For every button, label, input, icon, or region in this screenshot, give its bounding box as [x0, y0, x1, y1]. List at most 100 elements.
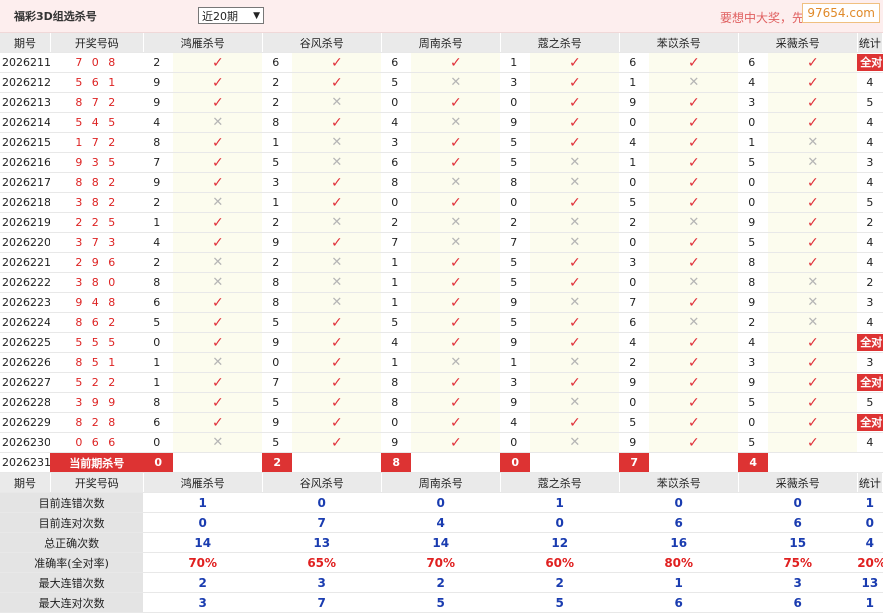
cross-icon: ✕	[807, 135, 819, 150]
result-mark: ✕	[530, 352, 620, 373]
issue-cell: 2026230	[0, 432, 51, 453]
kill-number: 3	[381, 132, 412, 153]
result-mark: ✓	[649, 232, 739, 253]
kill-number: 1	[500, 52, 531, 73]
result-mark: ✓	[768, 212, 858, 233]
issue-cell: 2026222	[0, 272, 51, 293]
result-mark: ✕	[649, 312, 739, 333]
draw-cell: 5 6 1	[50, 72, 144, 93]
col-expert: 周南杀号	[381, 472, 501, 493]
issue-cell: 2026226	[0, 352, 51, 373]
summary-value: 0	[143, 512, 263, 533]
stat-cell: 5	[857, 192, 883, 213]
cross-icon: ✕	[688, 215, 700, 230]
current-label: 当前期杀号	[50, 452, 144, 473]
draw-cell: 2 9 6	[50, 252, 144, 273]
period-select[interactable]: 近20期 ▼	[198, 7, 264, 24]
check-icon: ✓	[449, 334, 462, 351]
check-icon: ✓	[568, 54, 581, 71]
result-mark: ✕	[411, 212, 501, 233]
result-mark: ✕	[173, 112, 263, 133]
table-row: 2026229 8 2 8 6 ✓ 9 ✓ 0 ✓ 4 ✓ 5 ✓ 0 ✓ 全对	[0, 412, 883, 433]
current-kill-badge: 0	[143, 453, 174, 472]
kill-number: 9	[619, 432, 650, 453]
summary-value: 13	[262, 532, 382, 553]
summary-value: 14	[143, 532, 263, 553]
kill-number: 2	[619, 352, 650, 373]
summary-total: 1	[857, 492, 883, 513]
summary-value: 60%	[500, 552, 620, 573]
stat-cell: 4	[857, 252, 883, 273]
draw-cell: 1 7 2	[50, 132, 144, 153]
draw-cell: 3 8 0	[50, 272, 144, 293]
kill-number: 5	[500, 132, 531, 153]
check-icon: ✓	[330, 194, 343, 211]
kill-number: 8	[738, 252, 769, 273]
result-mark: ✕	[530, 392, 620, 413]
check-icon: ✓	[449, 374, 462, 391]
result-mark: ✓	[649, 92, 739, 113]
check-icon: ✓	[449, 394, 462, 411]
summary-value: 14	[381, 532, 501, 553]
issue-cell: 2026214	[0, 112, 51, 133]
kill-number: 9	[619, 372, 650, 393]
check-icon: ✓	[211, 414, 224, 431]
chevron-down-icon: ▼	[253, 11, 260, 21]
issue-cell: 2026221	[0, 252, 51, 273]
kill-number: 3	[262, 172, 293, 193]
issue-cell: 2026219	[0, 212, 51, 233]
result-mark: ✓	[530, 72, 620, 93]
kill-number: 3	[738, 352, 769, 373]
draw-cell: 8 6 2	[50, 312, 144, 333]
kill-number: 0	[381, 92, 412, 113]
result-mark: ✓	[768, 112, 858, 133]
current-kill-number: 0	[500, 452, 620, 473]
kill-number: 0	[381, 192, 412, 213]
check-icon: ✓	[211, 394, 224, 411]
cross-icon: ✕	[569, 355, 581, 370]
kill-number: 0	[381, 412, 412, 433]
result-mark: ✓	[292, 352, 382, 373]
table-row: 2026211 7 0 8 2 ✓ 6 ✓ 6 ✓ 1 ✓ 6 ✓ 6 ✓ 全对	[0, 52, 883, 73]
result-mark: ✓	[173, 132, 263, 153]
kill-number: 8	[262, 112, 293, 133]
kill-number: 6	[262, 52, 293, 73]
kill-number: 9	[262, 332, 293, 353]
cross-icon: ✕	[212, 195, 224, 210]
summary-value: 65%	[262, 552, 382, 573]
stat-cell: 3	[857, 352, 883, 373]
check-icon: ✓	[687, 374, 700, 391]
cross-icon: ✕	[331, 155, 343, 170]
top-bar: 福彩3D组选杀号 近20期 ▼ 要想中大奖，先 97654.com	[0, 0, 883, 33]
table-row: 2026214 5 4 5 4 ✕ 8 ✓ 4 ✕ 9 ✓ 0 ✓ 0 ✓ 4	[0, 112, 883, 133]
cross-icon: ✕	[807, 155, 819, 170]
header-row: 期号 开奖号码 鸿雁杀号 谷风杀号 周南杀号 蔻之杀号 苯苡杀号 采薇杀号 统计	[0, 33, 883, 53]
kill-number: 0	[143, 332, 174, 353]
table-row: 2026220 3 7 3 4 ✓ 9 ✓ 7 ✕ 7 ✕ 0 ✓ 5 ✓ 4	[0, 232, 883, 253]
kill-number: 0	[619, 232, 650, 253]
result-mark: ✓	[530, 252, 620, 273]
summary-label: 目前连错次数	[0, 492, 144, 513]
kill-number: 8	[500, 172, 531, 193]
check-icon: ✓	[330, 74, 343, 91]
kill-number: 6	[619, 52, 650, 73]
issue-cell: 2026225	[0, 332, 51, 353]
cross-icon: ✕	[807, 295, 819, 310]
summary-row: 最大连错次数 2 3 2 2 1 3 13	[0, 572, 883, 593]
result-mark: ✓	[649, 352, 739, 373]
kill-number: 9	[262, 412, 293, 433]
result-mark: ✓	[292, 412, 382, 433]
cross-icon: ✕	[569, 435, 581, 450]
check-icon: ✓	[806, 74, 819, 91]
table-row: 2026227 5 2 2 1 ✓ 7 ✓ 8 ✓ 3 ✓ 9 ✓ 9 ✓ 全对	[0, 372, 883, 393]
kill-number: 4	[619, 332, 650, 353]
result-mark: ✓	[649, 332, 739, 353]
check-icon: ✓	[687, 294, 700, 311]
result-mark: ✓	[649, 412, 739, 433]
current-issue: 2026231	[0, 452, 51, 473]
summary-value: 6	[738, 592, 858, 613]
draw-cell: 9 3 5	[50, 152, 144, 173]
result-mark: ✕	[768, 312, 858, 333]
summary-total: 13	[857, 572, 883, 593]
table-row: 2026215 1 7 2 8 ✓ 1 ✕ 3 ✓ 5 ✓ 4 ✓ 1 ✕ 4	[0, 132, 883, 153]
